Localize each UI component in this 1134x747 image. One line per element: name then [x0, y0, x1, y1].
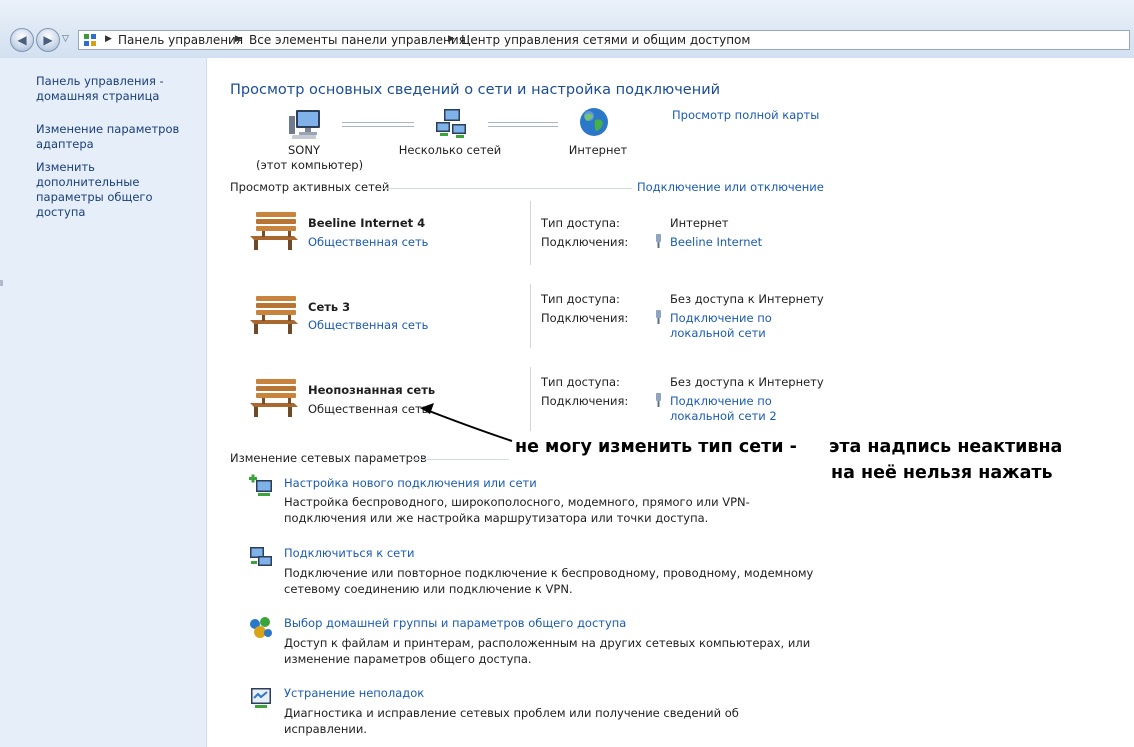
annotation-arrow — [420, 403, 513, 442]
annotation-text-1: не могу изменить тип сети - — [515, 437, 797, 457]
annotation-text-3: на неё нельзя нажать — [831, 463, 1053, 483]
annotation-text-2: эта надпись неактивна — [829, 437, 1063, 457]
